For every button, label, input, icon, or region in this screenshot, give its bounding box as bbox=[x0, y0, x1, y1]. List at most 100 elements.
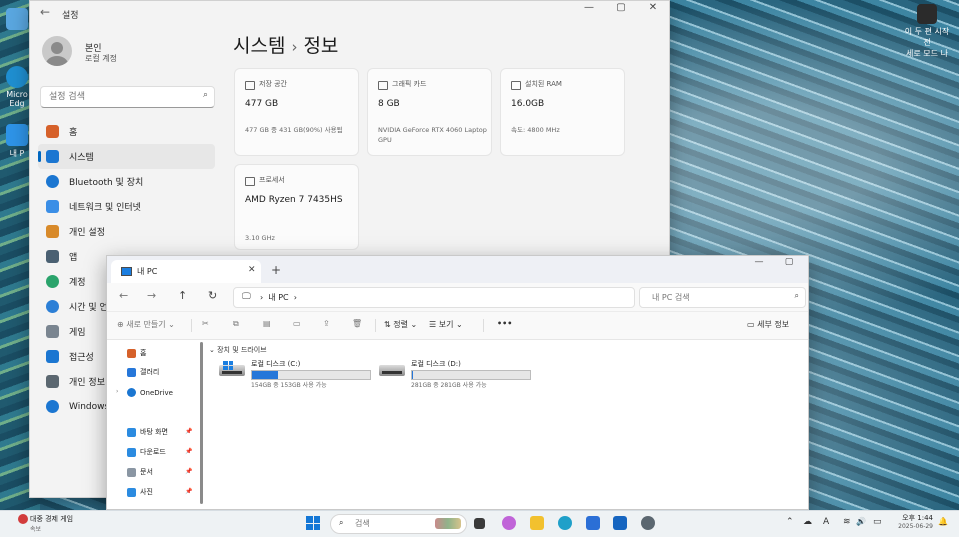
card-subtext: NVIDIA GeForce RTX 4060 Laptop GPU bbox=[378, 126, 487, 144]
nav-item-bluetooth[interactable]: Bluetooth 및 장치 bbox=[38, 169, 215, 194]
up-button[interactable]: ↑ bbox=[178, 289, 187, 302]
explorer-search-input[interactable] bbox=[650, 292, 784, 303]
explorer-titlebar: 내 PC ✕ + — ▢ bbox=[107, 256, 808, 283]
breadcrumb-this-pc[interactable]: 내 PC bbox=[268, 293, 288, 302]
drive-c[interactable]: 로컬 디스크 (C:) 154GB 중 153GB 사용 가능 bbox=[219, 359, 379, 389]
sidebar-item-gallery[interactable]: 갤러리 bbox=[127, 367, 159, 377]
spec-card-processor[interactable]: 프로세서 AMD Ryzen 7 7435HS 3.10 GHz bbox=[234, 164, 359, 250]
ime-indicator-icon[interactable]: A bbox=[823, 517, 829, 527]
desktop-this-pc-shortcut[interactable]: 내 P bbox=[2, 124, 32, 159]
card-value: 8 GB bbox=[378, 99, 400, 109]
details-pane-icon: ▭ bbox=[747, 320, 758, 329]
address-bar[interactable]: 🖵 › 내 PC › bbox=[233, 287, 635, 308]
explorer-search-box[interactable]: ⌕ bbox=[639, 287, 806, 308]
home-icon bbox=[46, 125, 59, 138]
back-arrow-icon[interactable]: ← bbox=[40, 5, 50, 19]
delete-icon[interactable]: 🗑 bbox=[352, 319, 362, 328]
tab-this-pc[interactable]: 내 PC ✕ bbox=[111, 260, 261, 283]
minimize-button[interactable]: — bbox=[744, 257, 774, 272]
breadcrumb-parent[interactable]: 시스템 bbox=[233, 35, 285, 57]
spec-card-ram[interactable]: 설치된 RAM 16.0GB 속도: 4800 MHz bbox=[500, 68, 625, 156]
this-pc-icon bbox=[6, 124, 28, 146]
navigation-scrollbar[interactable] bbox=[200, 342, 203, 504]
nav-item-label: Bluetooth 및 장치 bbox=[69, 178, 144, 188]
store-icon[interactable] bbox=[586, 516, 600, 530]
settings-icon[interactable] bbox=[641, 516, 655, 530]
desktop-clock-shortcut[interactable]: 이 두 편 시작 전 세로 모드 나 bbox=[904, 4, 950, 59]
battery-icon[interactable]: ▭ bbox=[873, 517, 882, 527]
chat-icon[interactable]: ☁ bbox=[803, 517, 812, 527]
desktop-edge-shortcut[interactable]: Micro Edg bbox=[2, 66, 32, 108]
expand-chevron-icon[interactable]: › bbox=[116, 388, 118, 395]
outlook-icon[interactable] bbox=[613, 516, 627, 530]
notification-bell-icon[interactable]: 🔔 bbox=[938, 517, 948, 526]
sidebar-item-desktop[interactable]: 바탕 화면 bbox=[127, 427, 168, 437]
settings-search-box[interactable]: ⌕ bbox=[40, 86, 215, 108]
explorer-command-bar: ⊕ 새로 만들기 ⌄ ✂ ⧉ ▤ ▭ ⇪ 🗑 ⇅ 정렬 ⌄ ☰ 보기 ⌄ •••… bbox=[107, 312, 808, 340]
maximize-button[interactable]: ▢ bbox=[774, 257, 804, 272]
recycle-bin-icon bbox=[6, 8, 28, 30]
nav-item-label: 개인 정보 bbox=[69, 378, 105, 388]
start-button[interactable] bbox=[306, 516, 320, 530]
clock-date: 2025-06-29 bbox=[898, 523, 933, 530]
forward-button[interactable]: → bbox=[147, 289, 156, 302]
new-button[interactable]: ⊕ 새로 만들기 ⌄ bbox=[117, 319, 175, 330]
system-icon bbox=[46, 150, 59, 163]
sidebar-item-onedrive[interactable]: OneDrive bbox=[127, 388, 173, 397]
share-icon[interactable]: ⇪ bbox=[323, 319, 330, 328]
nav-item-personalization[interactable]: 개인 설정 bbox=[38, 219, 215, 244]
nav-item-home[interactable]: 홈 bbox=[38, 119, 215, 144]
settings-search-input[interactable] bbox=[47, 91, 191, 103]
close-button[interactable]: ✕ bbox=[637, 1, 669, 17]
minimize-button[interactable]: — bbox=[573, 1, 605, 17]
group-header[interactable]: ⌄ 장치 및 드라이브 bbox=[209, 345, 267, 355]
wifi-icon[interactable]: ≋ bbox=[843, 517, 851, 527]
close-tab-icon[interactable]: ✕ bbox=[248, 265, 256, 275]
drive-info: 154GB 중 153GB 사용 가능 bbox=[251, 382, 327, 389]
view-button[interactable]: ☰ 보기 ⌄ bbox=[429, 319, 463, 330]
drive-icon bbox=[379, 365, 405, 376]
nav-item-label: 네트워크 및 인터넷 bbox=[69, 203, 141, 213]
spec-card-graphics[interactable]: 그래픽 카드 8 GB NVIDIA GeForce RTX 4060 Lapt… bbox=[367, 68, 492, 156]
sidebar-item-downloads[interactable]: 다운로드 bbox=[127, 447, 166, 457]
maximize-button[interactable]: ▢ bbox=[605, 1, 637, 17]
toolbar-divider bbox=[483, 319, 484, 332]
nav-item-label: Windows bbox=[69, 401, 110, 412]
edge-icon[interactable] bbox=[558, 516, 572, 530]
explorer-window-controls: — ▢ bbox=[744, 257, 804, 272]
nav-item-system[interactable]: 시스템 bbox=[38, 144, 215, 169]
back-button[interactable]: ← bbox=[119, 289, 128, 302]
avatar[interactable] bbox=[42, 36, 72, 66]
drive-name: 로컬 디스크 (C:) bbox=[251, 360, 301, 368]
show-hidden-icons-chevron-icon[interactable]: ⌃ bbox=[786, 517, 794, 527]
copilot-icon[interactable] bbox=[502, 516, 516, 530]
drive-d[interactable]: 로컬 디스크 (D:) 281GB 중 281GB 사용 가능 bbox=[379, 359, 539, 389]
clock-time: 오후 1:44 bbox=[902, 514, 933, 522]
rename-icon[interactable]: ▭ bbox=[293, 319, 301, 328]
spec-card-storage[interactable]: 저장 공간 477 GB 477 GB 중 431 GB(90%) 사용됨 bbox=[234, 68, 359, 156]
details-pane-button[interactable]: ▭ 세부 정보 bbox=[747, 319, 789, 330]
more-options-button[interactable]: ••• bbox=[497, 319, 512, 328]
sidebar-item-pictures[interactable]: 사진 bbox=[127, 487, 153, 497]
taskbar-search[interactable]: ⌕ bbox=[330, 514, 467, 534]
volume-icon[interactable]: 🔊 bbox=[856, 517, 866, 526]
news-widget-title: 대중 경제 게임 bbox=[30, 515, 74, 523]
desktop-recycle-bin-icon[interactable] bbox=[2, 8, 32, 32]
copy-icon[interactable]: ⧉ bbox=[233, 319, 239, 329]
sidebar-item-home[interactable]: 홈 bbox=[127, 348, 146, 358]
cut-icon[interactable]: ✂ bbox=[202, 319, 209, 328]
taskbar-search-input[interactable] bbox=[353, 518, 427, 529]
paste-icon[interactable]: ▤ bbox=[263, 319, 271, 328]
nav-item-network[interactable]: 네트워크 및 인터넷 bbox=[38, 194, 215, 219]
refresh-button[interactable]: ↻ bbox=[208, 289, 217, 302]
sidebar-item-documents[interactable]: 문서 bbox=[127, 467, 153, 477]
documents-icon bbox=[127, 467, 136, 477]
task-view-icon[interactable] bbox=[474, 518, 485, 529]
drive-usage-fill bbox=[412, 371, 414, 379]
file-explorer-icon[interactable] bbox=[530, 516, 544, 530]
navigation-pane: 홈 갤러리 › OneDrive 바탕 화면 📌 다운로드 📌 문서 📌 사진 … bbox=[107, 340, 199, 509]
sort-button[interactable]: ⇅ 정렬 ⌄ bbox=[384, 319, 417, 330]
explorer-address-row: ← → ↑ ↻ 🖵 › 내 PC › ⌕ bbox=[107, 283, 808, 312]
taskbar-clock[interactable]: 오후 1:44 2025-06-29 bbox=[893, 513, 933, 530]
new-tab-button[interactable]: + bbox=[271, 263, 281, 277]
